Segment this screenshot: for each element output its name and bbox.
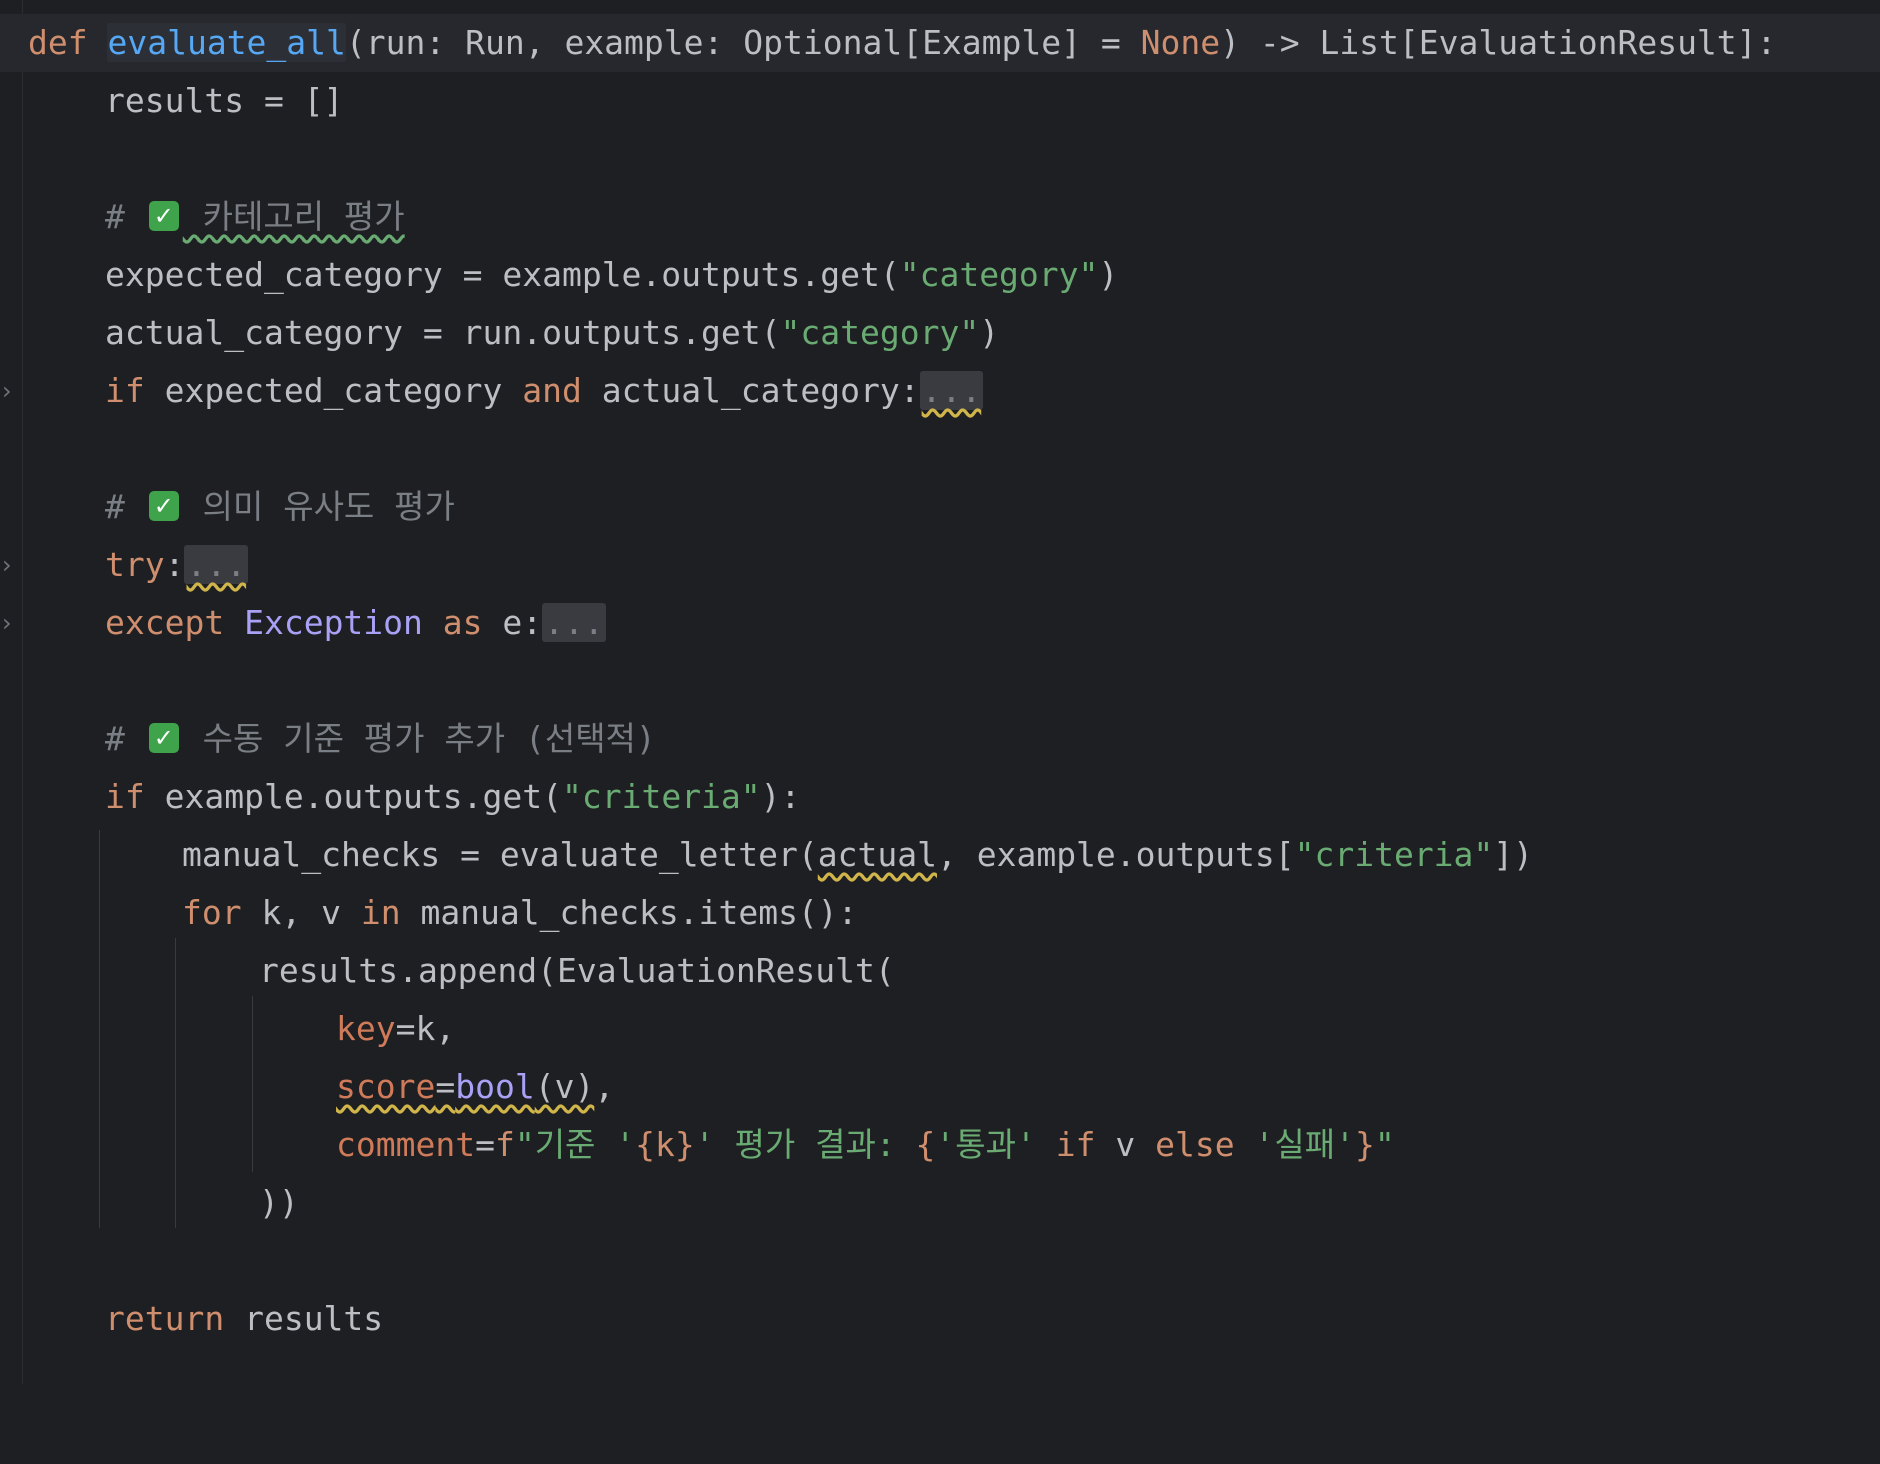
folded-block[interactable]: ... <box>184 545 249 584</box>
string-literal: "criteria" <box>1294 835 1494 874</box>
code-part: , example.outputs[ <box>936 835 1295 874</box>
code-line-19[interactable]: score=bool(v), <box>0 1058 1880 1116</box>
code-line-18[interactable]: key=k, <box>0 1000 1880 1058</box>
unresolved-reference[interactable]: actual <box>818 835 937 874</box>
code-part: example.outputs.get( <box>144 777 562 816</box>
code-part: expected_category <box>144 371 523 410</box>
builtin-bool: bool <box>455 1067 535 1106</box>
code-part: ) <box>1098 255 1119 294</box>
fold-chevron-icon[interactable]: › <box>2 362 18 420</box>
fold-chevron-icon[interactable]: › <box>2 536 18 594</box>
close-parens: )) <box>259 1183 299 1222</box>
class-exception: Exception <box>244 603 423 642</box>
signature-part: (run: Run, example: Optional[Example] = <box>345 23 1141 62</box>
fstring-expr: {k} <box>635 1125 695 1164</box>
append-call: results.append(EvaluationResult( <box>259 951 895 990</box>
fstring-part: '통과' <box>935 1125 1036 1164</box>
function-name[interactable]: evaluate_all <box>107 23 346 62</box>
keyword-def: def <box>28 23 88 62</box>
code-line-2[interactable]: results = [] <box>0 72 1880 130</box>
string-literal: "category" <box>780 313 980 352</box>
comment-text: 의미 유사도 평가 <box>182 487 455 526</box>
code-part: : <box>164 545 185 584</box>
keyword-return: return <box>105 1299 225 1338</box>
comment-hash: # <box>105 719 145 758</box>
keyword-if: if <box>105 371 145 410</box>
code-part: ]) <box>1493 835 1534 874</box>
code-part: actual_category = run.outputs.get( <box>105 313 781 352</box>
code-part: expected_category = example.outputs.get( <box>105 255 900 294</box>
signature-return: ) -> List[EvaluationResult]: <box>1220 23 1777 62</box>
string-literal: "category" <box>899 255 1099 294</box>
code-line-10[interactable]: › try:... <box>0 536 1880 594</box>
code-line-23[interactable]: return results <box>0 1290 1880 1348</box>
code-line-13[interactable]: # ✓ 수동 기준 평가 추가 (선택적) <box>0 710 1880 768</box>
check-mark-icon: ✓ <box>148 200 179 231</box>
code-line-16[interactable]: for k, v in manual_checks.items(): <box>0 884 1880 942</box>
code-line-11[interactable]: › except Exception as e:... <box>0 594 1880 652</box>
code-part: manual_checks.items(): <box>400 893 858 932</box>
keyword-none: None <box>1140 23 1221 62</box>
code-editor[interactable]: def evaluate_all(run: Run, example: Opti… <box>0 0 1880 1384</box>
folded-block[interactable]: ... <box>919 371 984 410</box>
code-line-9[interactable]: # ✓ 의미 유사도 평가 <box>0 478 1880 536</box>
code-line-6[interactable]: actual_category = run.outputs.get("categ… <box>0 304 1880 362</box>
keyword-except: except <box>105 603 225 642</box>
code-line-15[interactable]: manual_checks = evaluate_letter(actual, … <box>0 826 1880 884</box>
code-part: results <box>224 1299 384 1338</box>
param-score: score <box>336 1067 436 1106</box>
keyword-else: else <box>1135 1125 1255 1164</box>
code-line-14[interactable]: if example.outputs.get("criteria"): <box>0 768 1880 826</box>
code-part: v <box>1115 1125 1136 1164</box>
comment-text: 카테고리 평가 <box>182 197 405 236</box>
check-mark-icon: ✓ <box>148 490 179 521</box>
keyword-in: in <box>360 893 401 932</box>
fstring-part: '실패' <box>1254 1125 1355 1164</box>
results-init: results = [] <box>105 81 344 120</box>
code-part: , <box>594 1067 615 1106</box>
comment-text: 수동 기준 평가 추가 (선택적) <box>182 719 656 758</box>
code-line-1[interactable]: def evaluate_all(run: Run, example: Opti… <box>0 14 1880 72</box>
code-part: actual_category: <box>581 371 920 410</box>
code-line-7[interactable]: › if expected_category and actual_catego… <box>0 362 1880 420</box>
param-comment: comment <box>336 1125 476 1164</box>
code-part: (v) <box>534 1067 595 1106</box>
param-key: key <box>336 1009 396 1048</box>
fstring-prefix: f <box>494 1125 515 1164</box>
code-part: k, v <box>241 893 361 932</box>
fstring-part: "기준 ' <box>514 1125 636 1164</box>
comment-hash: # <box>105 197 145 236</box>
keyword-for: for <box>182 893 242 932</box>
comment-hash: # <box>105 487 145 526</box>
string-literal: "criteria" <box>561 777 761 816</box>
code-line-21[interactable]: )) <box>0 1174 1880 1232</box>
fstring-brace: { <box>915 1125 936 1164</box>
code-part: = <box>475 1125 495 1164</box>
code-line-4[interactable]: # ✓ 카테고리 평가 <box>0 188 1880 246</box>
keyword-as: as <box>442 603 483 642</box>
code-part: e: <box>482 603 543 642</box>
fstring-brace: } <box>1354 1125 1375 1164</box>
code-part: =k, <box>395 1009 456 1048</box>
code-part: ) <box>979 313 1000 352</box>
code-line-20[interactable]: comment=f"기준 '{k}' 평가 결과: {'통과' if v els… <box>0 1116 1880 1174</box>
fstring-part: ' 평가 결과: <box>694 1125 916 1164</box>
code-line-17[interactable]: results.append(EvaluationResult( <box>0 942 1880 1000</box>
fstring-part: " <box>1374 1125 1395 1164</box>
folded-block[interactable]: ... <box>542 603 606 642</box>
keyword-if: if <box>105 777 145 816</box>
code-part: = <box>435 1067 456 1106</box>
code-part: ): <box>760 777 801 816</box>
keyword-try: try <box>105 545 165 584</box>
keyword-if: if <box>1035 1125 1116 1164</box>
code-line-5[interactable]: expected_category = example.outputs.get(… <box>0 246 1880 304</box>
code-part: manual_checks = evaluate_letter( <box>182 835 818 874</box>
keyword-and: and <box>522 371 582 410</box>
check-mark-icon: ✓ <box>148 722 179 753</box>
fold-chevron-icon[interactable]: › <box>2 594 18 652</box>
